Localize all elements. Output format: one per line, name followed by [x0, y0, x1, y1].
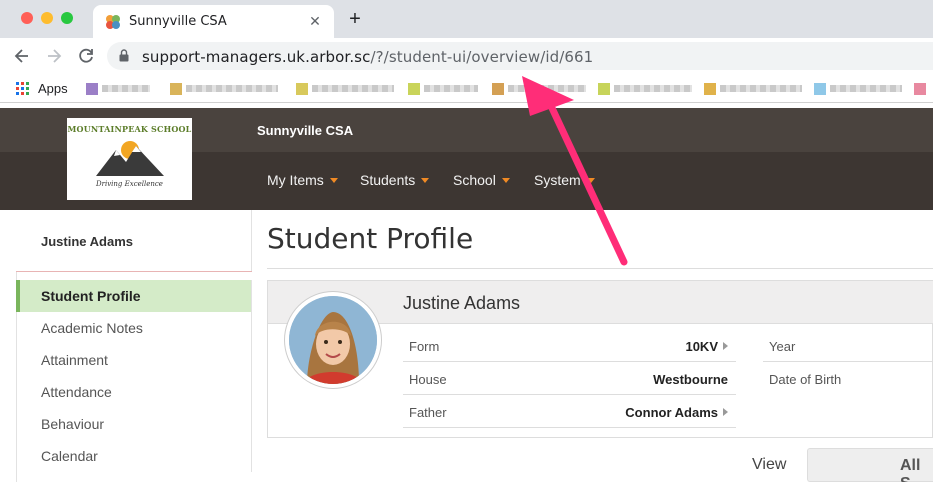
school-name: Sunnyville CSA	[257, 123, 354, 138]
logo-title: MOUNTAINPEAK SCHOOL	[67, 124, 192, 134]
mountain-logo-icon	[96, 141, 164, 176]
caret-down-icon	[329, 177, 338, 183]
bookmark-icon	[598, 83, 610, 95]
sidebar-item-behaviour[interactable]: Behaviour	[16, 408, 252, 440]
url-path: /?/student-ui/overview/id/661	[370, 48, 594, 66]
view-select-value: All S	[900, 457, 921, 482]
url-host: support-managers.uk.arbor.sc	[142, 48, 371, 66]
field-value: Westbourne	[653, 372, 728, 387]
menu-label: My Items	[267, 172, 324, 188]
field-label: Date of Birth	[769, 372, 842, 387]
title-divider	[267, 268, 933, 269]
sidebar-header: Justine Adams	[16, 210, 252, 272]
student-portrait-icon	[289, 296, 377, 384]
menu-students[interactable]: Students	[360, 172, 430, 188]
field-label: House	[409, 372, 447, 387]
sidebar-nav: Student Profile Academic Notes Attainmen…	[16, 280, 252, 472]
caret-down-icon	[421, 177, 430, 183]
bookmark-item[interactable]	[704, 83, 804, 95]
avatar[interactable]	[284, 291, 382, 389]
sidebar-item-student-profile[interactable]: Student Profile	[16, 280, 252, 312]
bookmark-item[interactable]	[170, 83, 280, 95]
app-header: Sunnyville CSA MOUNTAINPEAK SCHOOL Drivi…	[0, 108, 933, 210]
field-house: House Westbourne	[403, 362, 736, 395]
address-bar[interactable]: support-managers.uk.arbor.sc/?/student-u…	[107, 42, 933, 70]
field-date-of-birth: Date of Birth	[763, 362, 933, 395]
menu-school[interactable]: School	[453, 172, 510, 188]
form-link[interactable]: 10KV	[685, 339, 728, 354]
bookmark-icon	[170, 83, 182, 95]
arrow-right-icon[interactable]	[44, 46, 64, 66]
school-logo[interactable]: MOUNTAINPEAK SCHOOL Driving Excellence	[67, 118, 192, 200]
page-title: Student Profile	[267, 222, 474, 255]
browser-toolbar: support-managers.uk.arbor.sc/?/student-u…	[0, 38, 933, 75]
menu-system[interactable]: System	[534, 172, 595, 188]
sidebar-item-attendance[interactable]: Attendance	[16, 376, 252, 408]
arrow-left-icon[interactable]	[12, 46, 32, 66]
caret-right-icon	[723, 342, 728, 350]
window-zoom-button[interactable]	[61, 12, 73, 24]
lock-icon	[119, 49, 129, 62]
field-label: Father	[409, 405, 447, 420]
sidebar-item-calendar[interactable]: Calendar	[16, 440, 252, 472]
student-photo	[289, 296, 377, 384]
bookmark-icon	[296, 83, 308, 95]
favicon-icon	[106, 15, 120, 29]
menu-label: System	[534, 172, 581, 188]
sidebar-item-attainment[interactable]: Attainment	[16, 344, 252, 376]
profile-student-name: Justine Adams	[403, 293, 521, 313]
bookmark-item[interactable]	[914, 83, 933, 95]
sidebar-divider	[16, 271, 252, 272]
url-text: support-managers.uk.arbor.sc/?/student-u…	[142, 48, 593, 66]
sidebar: Justine Adams Student Profile Academic N…	[0, 210, 252, 482]
new-tab-button[interactable]: +	[344, 8, 366, 30]
view-label: View	[752, 456, 787, 473]
browser-tab-bar: Sunnyville CSA ✕ +	[0, 0, 933, 38]
menu-my-items[interactable]: My Items	[267, 172, 338, 188]
view-select[interactable]: All S	[807, 448, 933, 482]
bookmark-item[interactable]	[814, 83, 904, 95]
bookmark-icon	[704, 83, 716, 95]
browser-tab[interactable]: Sunnyville CSA ✕	[93, 5, 334, 38]
bookmark-icon	[86, 83, 98, 95]
field-label: Year	[769, 339, 796, 354]
bookmarks-bar: Apps	[0, 75, 933, 102]
bookmark-icon	[492, 83, 504, 95]
field-father: Father Connor Adams	[403, 395, 736, 428]
sidebar-student-name: Justine Adams	[41, 234, 133, 249]
bookmark-item[interactable]	[408, 83, 480, 95]
apps-grid-icon[interactable]	[16, 82, 29, 95]
tab-close-icon[interactable]: ✕	[306, 12, 324, 30]
sidebar-item-academic-notes[interactable]: Academic Notes	[16, 312, 252, 344]
father-link[interactable]: Connor Adams	[625, 405, 728, 420]
bookmark-item[interactable]	[598, 83, 694, 95]
caret-right-icon	[723, 408, 728, 416]
menu-label: School	[453, 172, 496, 188]
reload-icon[interactable]	[76, 46, 96, 66]
apps-bookmark[interactable]: Apps	[38, 81, 68, 96]
bookmark-icon	[914, 83, 926, 95]
field-form: Form 10KV	[403, 329, 736, 362]
bookmark-item[interactable]	[86, 83, 152, 95]
caret-down-icon	[501, 177, 510, 183]
field-value: Connor Adams	[625, 405, 718, 420]
bookmark-item[interactable]	[296, 83, 396, 95]
field-year: Year	[763, 329, 933, 362]
caret-down-icon	[586, 177, 595, 183]
window-minimize-button[interactable]	[41, 12, 53, 24]
logo-tagline: Driving Excellence	[96, 180, 163, 188]
profile-card: Justine Adams Form 10KV House Westbourne…	[267, 280, 933, 438]
field-label: Form	[409, 339, 440, 354]
window-close-button[interactable]	[21, 12, 33, 24]
tab-title: Sunnyville CSA	[129, 14, 227, 29]
bookmark-icon	[408, 83, 420, 95]
bookmark-icon	[814, 83, 826, 95]
field-value: 10KV	[685, 339, 718, 354]
bookmark-item[interactable]	[492, 83, 588, 95]
menu-label: Students	[360, 172, 416, 188]
